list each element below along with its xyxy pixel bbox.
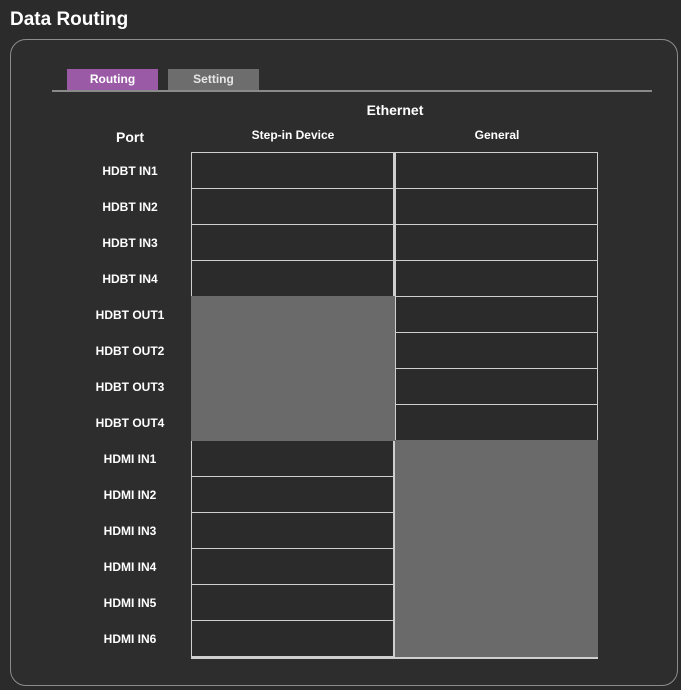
routing-cell-step-in-device[interactable] bbox=[192, 477, 393, 512]
routing-cell-general[interactable] bbox=[396, 405, 597, 440]
port-label: HDMI IN4 bbox=[103, 560, 157, 574]
port-label: HDBT OUT2 bbox=[95, 344, 165, 358]
routing-cell-general[interactable] bbox=[396, 297, 597, 332]
routing-cell-general[interactable] bbox=[396, 189, 597, 224]
routing-cell-step-in-device[interactable] bbox=[192, 225, 393, 260]
routing-cell-step-in-device[interactable] bbox=[192, 441, 393, 476]
port-label: HDMI IN3 bbox=[103, 524, 157, 538]
port-label: HDMI IN5 bbox=[103, 596, 157, 610]
port-label: HDMI IN2 bbox=[103, 488, 157, 502]
routing-cell-step-in-device[interactable] bbox=[192, 621, 393, 656]
port-label: HDMI IN1 bbox=[103, 452, 157, 466]
ethernet-group-header: Ethernet bbox=[366, 102, 424, 118]
unavailable-block-general bbox=[395, 440, 598, 657]
routing-cell-general[interactable] bbox=[396, 225, 597, 260]
routing-cell-general[interactable] bbox=[396, 369, 597, 404]
routing-grid bbox=[191, 152, 598, 659]
tab-divider bbox=[52, 90, 652, 92]
tab-routing[interactable]: Routing bbox=[67, 69, 158, 90]
port-label: HDBT OUT3 bbox=[95, 380, 165, 394]
step-in-device-column-header: Step-in Device bbox=[251, 128, 335, 142]
routing-cell-general[interactable] bbox=[396, 153, 597, 188]
page-title: Data Routing bbox=[10, 9, 129, 30]
port-label: HDBT IN1 bbox=[102, 164, 158, 178]
port-label: HDBT IN2 bbox=[102, 200, 158, 214]
port-label: HDBT IN3 bbox=[102, 236, 158, 250]
routing-cell-step-in-device[interactable] bbox=[192, 513, 393, 548]
port-label: HDBT OUT1 bbox=[95, 308, 165, 322]
port-label: HDMI IN6 bbox=[103, 632, 157, 646]
port-column-header: Port bbox=[116, 129, 144, 145]
routing-cell-step-in-device[interactable] bbox=[192, 189, 393, 224]
routing-cell-general[interactable] bbox=[396, 261, 597, 296]
routing-cell-step-in-device[interactable] bbox=[192, 153, 393, 188]
routing-cell-step-in-device[interactable] bbox=[192, 585, 393, 620]
routing-cell-general[interactable] bbox=[396, 333, 597, 368]
tab-setting[interactable]: Setting bbox=[168, 69, 259, 90]
routing-cell-step-in-device[interactable] bbox=[192, 261, 393, 296]
general-column-header: General bbox=[474, 128, 520, 142]
port-label: HDBT IN4 bbox=[102, 272, 158, 286]
unavailable-block-step-in-device bbox=[191, 296, 395, 441]
routing-cell-step-in-device[interactable] bbox=[192, 549, 393, 584]
port-label: HDBT OUT4 bbox=[95, 416, 165, 430]
